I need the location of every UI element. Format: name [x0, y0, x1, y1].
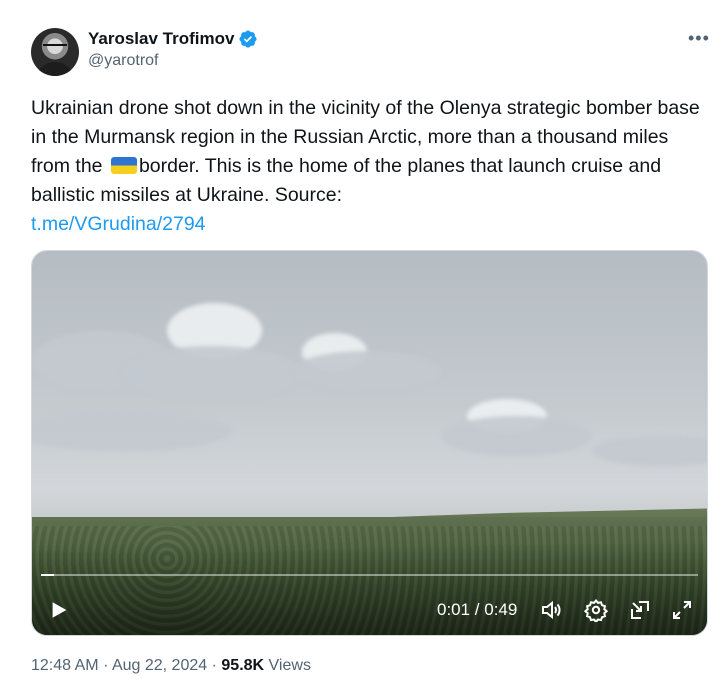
- more-icon[interactable]: •••: [688, 28, 710, 49]
- play-icon[interactable]: [48, 599, 70, 621]
- video-player[interactable]: 0:01 / 0:49: [31, 250, 708, 636]
- meta-separator: ·: [103, 657, 109, 674]
- source-link[interactable]: t.me/VGrudina/2794: [31, 213, 206, 235]
- video-progress-bar[interactable]: [41, 574, 698, 576]
- cloud: [122, 346, 302, 401]
- avatar[interactable]: [31, 28, 79, 76]
- verified-badge-icon: [239, 30, 257, 48]
- tweet-time[interactable]: 12:48 AM: [31, 657, 99, 674]
- avatar-glasses: [43, 44, 67, 51]
- fullscreen-icon[interactable]: [670, 598, 694, 622]
- meta-separator: ·: [211, 657, 217, 674]
- settings-gear-icon[interactable]: [583, 598, 609, 624]
- tweet-date[interactable]: Aug 22, 2024: [112, 657, 207, 674]
- cloud: [292, 351, 442, 391]
- ukraine-flag-emoji: [110, 157, 137, 174]
- avatar-body: [35, 62, 75, 76]
- picture-in-picture-icon[interactable]: [628, 598, 652, 622]
- volume-icon[interactable]: [539, 598, 563, 622]
- author-name-row: Yaroslav Trofimov: [88, 29, 258, 49]
- tweet-text: Ukrainian drone shot down in the vicinit…: [31, 94, 711, 239]
- author-handle[interactable]: @yarotrof: [88, 52, 158, 70]
- video-progress-fill: [41, 574, 55, 576]
- author-name[interactable]: Yaroslav Trofimov: [88, 29, 234, 49]
- cloud: [442, 416, 592, 456]
- video-time: 0:01 / 0:49: [437, 600, 518, 619]
- tweet-meta: 12:48 AM · Aug 22, 2024 · 95.8K Views: [31, 657, 311, 675]
- views-count[interactable]: 95.8K: [221, 657, 264, 674]
- views-label: Views: [268, 657, 311, 674]
